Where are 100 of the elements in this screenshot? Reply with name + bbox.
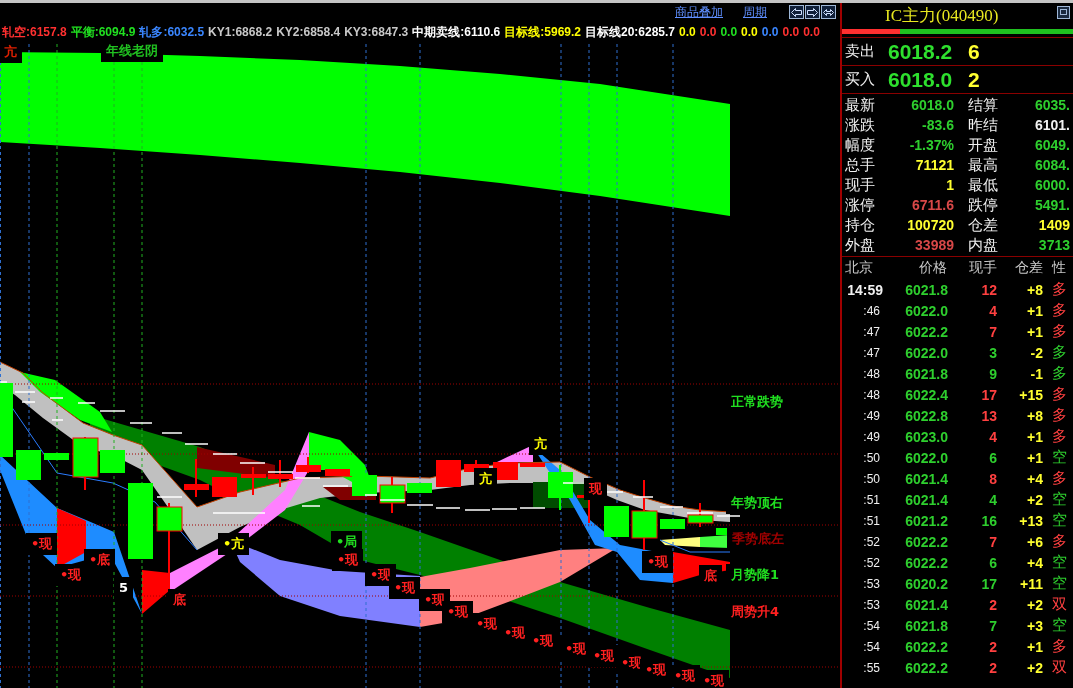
stat-value: 3713 — [1037, 237, 1071, 253]
table-cell-text: 多 — [1051, 280, 1068, 299]
table-cell-text: +1 — [1026, 428, 1044, 445]
table-cell-text: :52 — [862, 555, 881, 570]
table-cell-text: 多 — [1051, 301, 1068, 320]
order-label: 买入 — [844, 70, 876, 89]
table-cell-text: 9 — [988, 365, 998, 382]
stat-value: 5491. — [1033, 197, 1071, 213]
table-cell-text: 17 — [980, 575, 998, 592]
stat-value: 6035. — [1033, 97, 1071, 113]
stat-label: 外盘 — [844, 235, 876, 255]
order-label: 卖出 — [844, 42, 876, 61]
table-cell-text: 6020.2 — [904, 575, 949, 592]
table-cell-text: 2 — [988, 659, 998, 676]
table-cell-text: 8 — [988, 470, 998, 487]
table-cell-text: :49 — [862, 429, 881, 444]
table-cell-text: +13 — [1018, 512, 1044, 529]
table-cell-text: :48 — [862, 387, 881, 402]
indicator-value: 0.0 — [699, 25, 717, 39]
column-header: 北京 — [844, 259, 874, 277]
indicator-value: 0.0 — [761, 25, 779, 39]
table-cell-text: :47 — [862, 324, 881, 339]
stat-label: 内盘 — [967, 235, 999, 255]
table-cell-text: 双 — [1051, 658, 1068, 677]
indicator-value: 目标线:5969.2 — [504, 23, 581, 41]
table-cell-text: +8 — [1026, 281, 1044, 298]
stat-label: 昨结 — [967, 115, 999, 135]
stat-value: -1.37% — [908, 137, 954, 153]
stat-value: 6018.0 — [910, 97, 954, 113]
order-price: 6018.0 — [888, 67, 954, 92]
indicator-value: KY2:6858.4 — [276, 25, 341, 39]
table-cell-text: 6022.0 — [904, 449, 949, 466]
table-cell-text: 4 — [988, 491, 998, 508]
table-cell-text: :55 — [862, 660, 881, 675]
column-header: 仓差 — [1014, 259, 1044, 277]
stat-label: 涨跌 — [844, 115, 876, 135]
stat-value: 33989 — [914, 237, 954, 253]
table-cell-text: 2 — [988, 596, 998, 613]
table-cell-text: 多 — [1051, 364, 1068, 383]
indicator-value: 轧多:6032.5 — [139, 23, 205, 41]
stat-value: 1409 — [1037, 217, 1071, 233]
indicator-value: 0.0 — [679, 25, 696, 39]
stat-label: 结算 — [967, 95, 999, 115]
table-cell-text: 13 — [980, 407, 998, 424]
indicator-value: KY1:6868.2 — [208, 25, 273, 39]
table-cell-text: 多 — [1051, 322, 1068, 341]
table-cell-text: 多 — [1051, 427, 1068, 446]
table-cell-text: 12 — [980, 281, 998, 298]
order-volume: 6 — [968, 39, 980, 64]
table-cell-text: 6 — [988, 554, 998, 571]
table-cell-text: :49 — [862, 408, 881, 423]
stat-value: 1 — [945, 177, 954, 193]
table-cell-text: 多 — [1051, 637, 1068, 656]
stat-label: 最高 — [967, 155, 999, 175]
stat-value: 6084. — [1033, 157, 1071, 173]
table-cell-text: -2 — [1029, 344, 1044, 361]
table-cell-text: :47 — [862, 345, 881, 360]
indicator-value: 0.0 — [782, 25, 800, 39]
table-cell-text: +1 — [1026, 638, 1044, 655]
table-cell-text: +4 — [1026, 470, 1044, 487]
table-cell-text: :53 — [862, 597, 881, 612]
table-cell-text: +1 — [1026, 449, 1044, 466]
order-price: 6018.2 — [888, 39, 954, 64]
indicator-value: KY3:6847.3 — [344, 25, 409, 39]
table-cell-text: 7 — [988, 323, 998, 340]
table-cell-text: 14:59 — [846, 281, 884, 298]
table-cell-text: 16 — [980, 512, 998, 529]
table-cell-text: 空 — [1051, 574, 1068, 593]
table-cell-text: 6021.8 — [904, 617, 949, 634]
column-header: 价格 — [918, 259, 948, 277]
table-cell-text: +11 — [1019, 575, 1044, 592]
table-cell-text: :51 — [862, 492, 881, 507]
table-cell-text: 6 — [988, 449, 998, 466]
table-cell-text: 6021.4 — [904, 596, 949, 613]
stat-label: 最低 — [967, 175, 999, 195]
table-cell-text: 多 — [1051, 343, 1068, 362]
table-cell-text: :50 — [862, 471, 881, 486]
indicator-value: 目标线20:6285.7 — [585, 23, 676, 41]
indicator-value: 0.0 — [720, 25, 738, 39]
table-cell-text: :50 — [862, 450, 881, 465]
table-cell-text: 6022.0 — [904, 344, 949, 361]
indicator-value: 0.0 — [741, 25, 758, 39]
stat-label: 总手 — [844, 155, 876, 175]
table-cell-text: :46 — [862, 303, 881, 318]
table-cell-text: 空 — [1051, 553, 1068, 572]
stat-value: 100720 — [906, 217, 954, 233]
table-cell-text: +1 — [1026, 302, 1044, 319]
table-cell-text: 6022.2 — [904, 323, 949, 340]
table-cell-text: 多 — [1051, 469, 1068, 488]
table-cell-text: 6022.2 — [904, 638, 949, 655]
table-cell-text: 6021.2 — [904, 512, 949, 529]
indicator-value: 0.0 — [803, 25, 820, 39]
table-cell-text: 双 — [1051, 595, 1068, 614]
table-cell-text: 6022.8 — [904, 407, 949, 424]
stat-value: 6049. — [1033, 137, 1071, 153]
table-cell-text: 2 — [988, 638, 998, 655]
table-cell-text: 6022.2 — [904, 533, 949, 550]
table-cell-text: +8 — [1026, 407, 1044, 424]
column-header: 性 — [1050, 259, 1067, 277]
table-cell-text: +6 — [1026, 533, 1044, 550]
